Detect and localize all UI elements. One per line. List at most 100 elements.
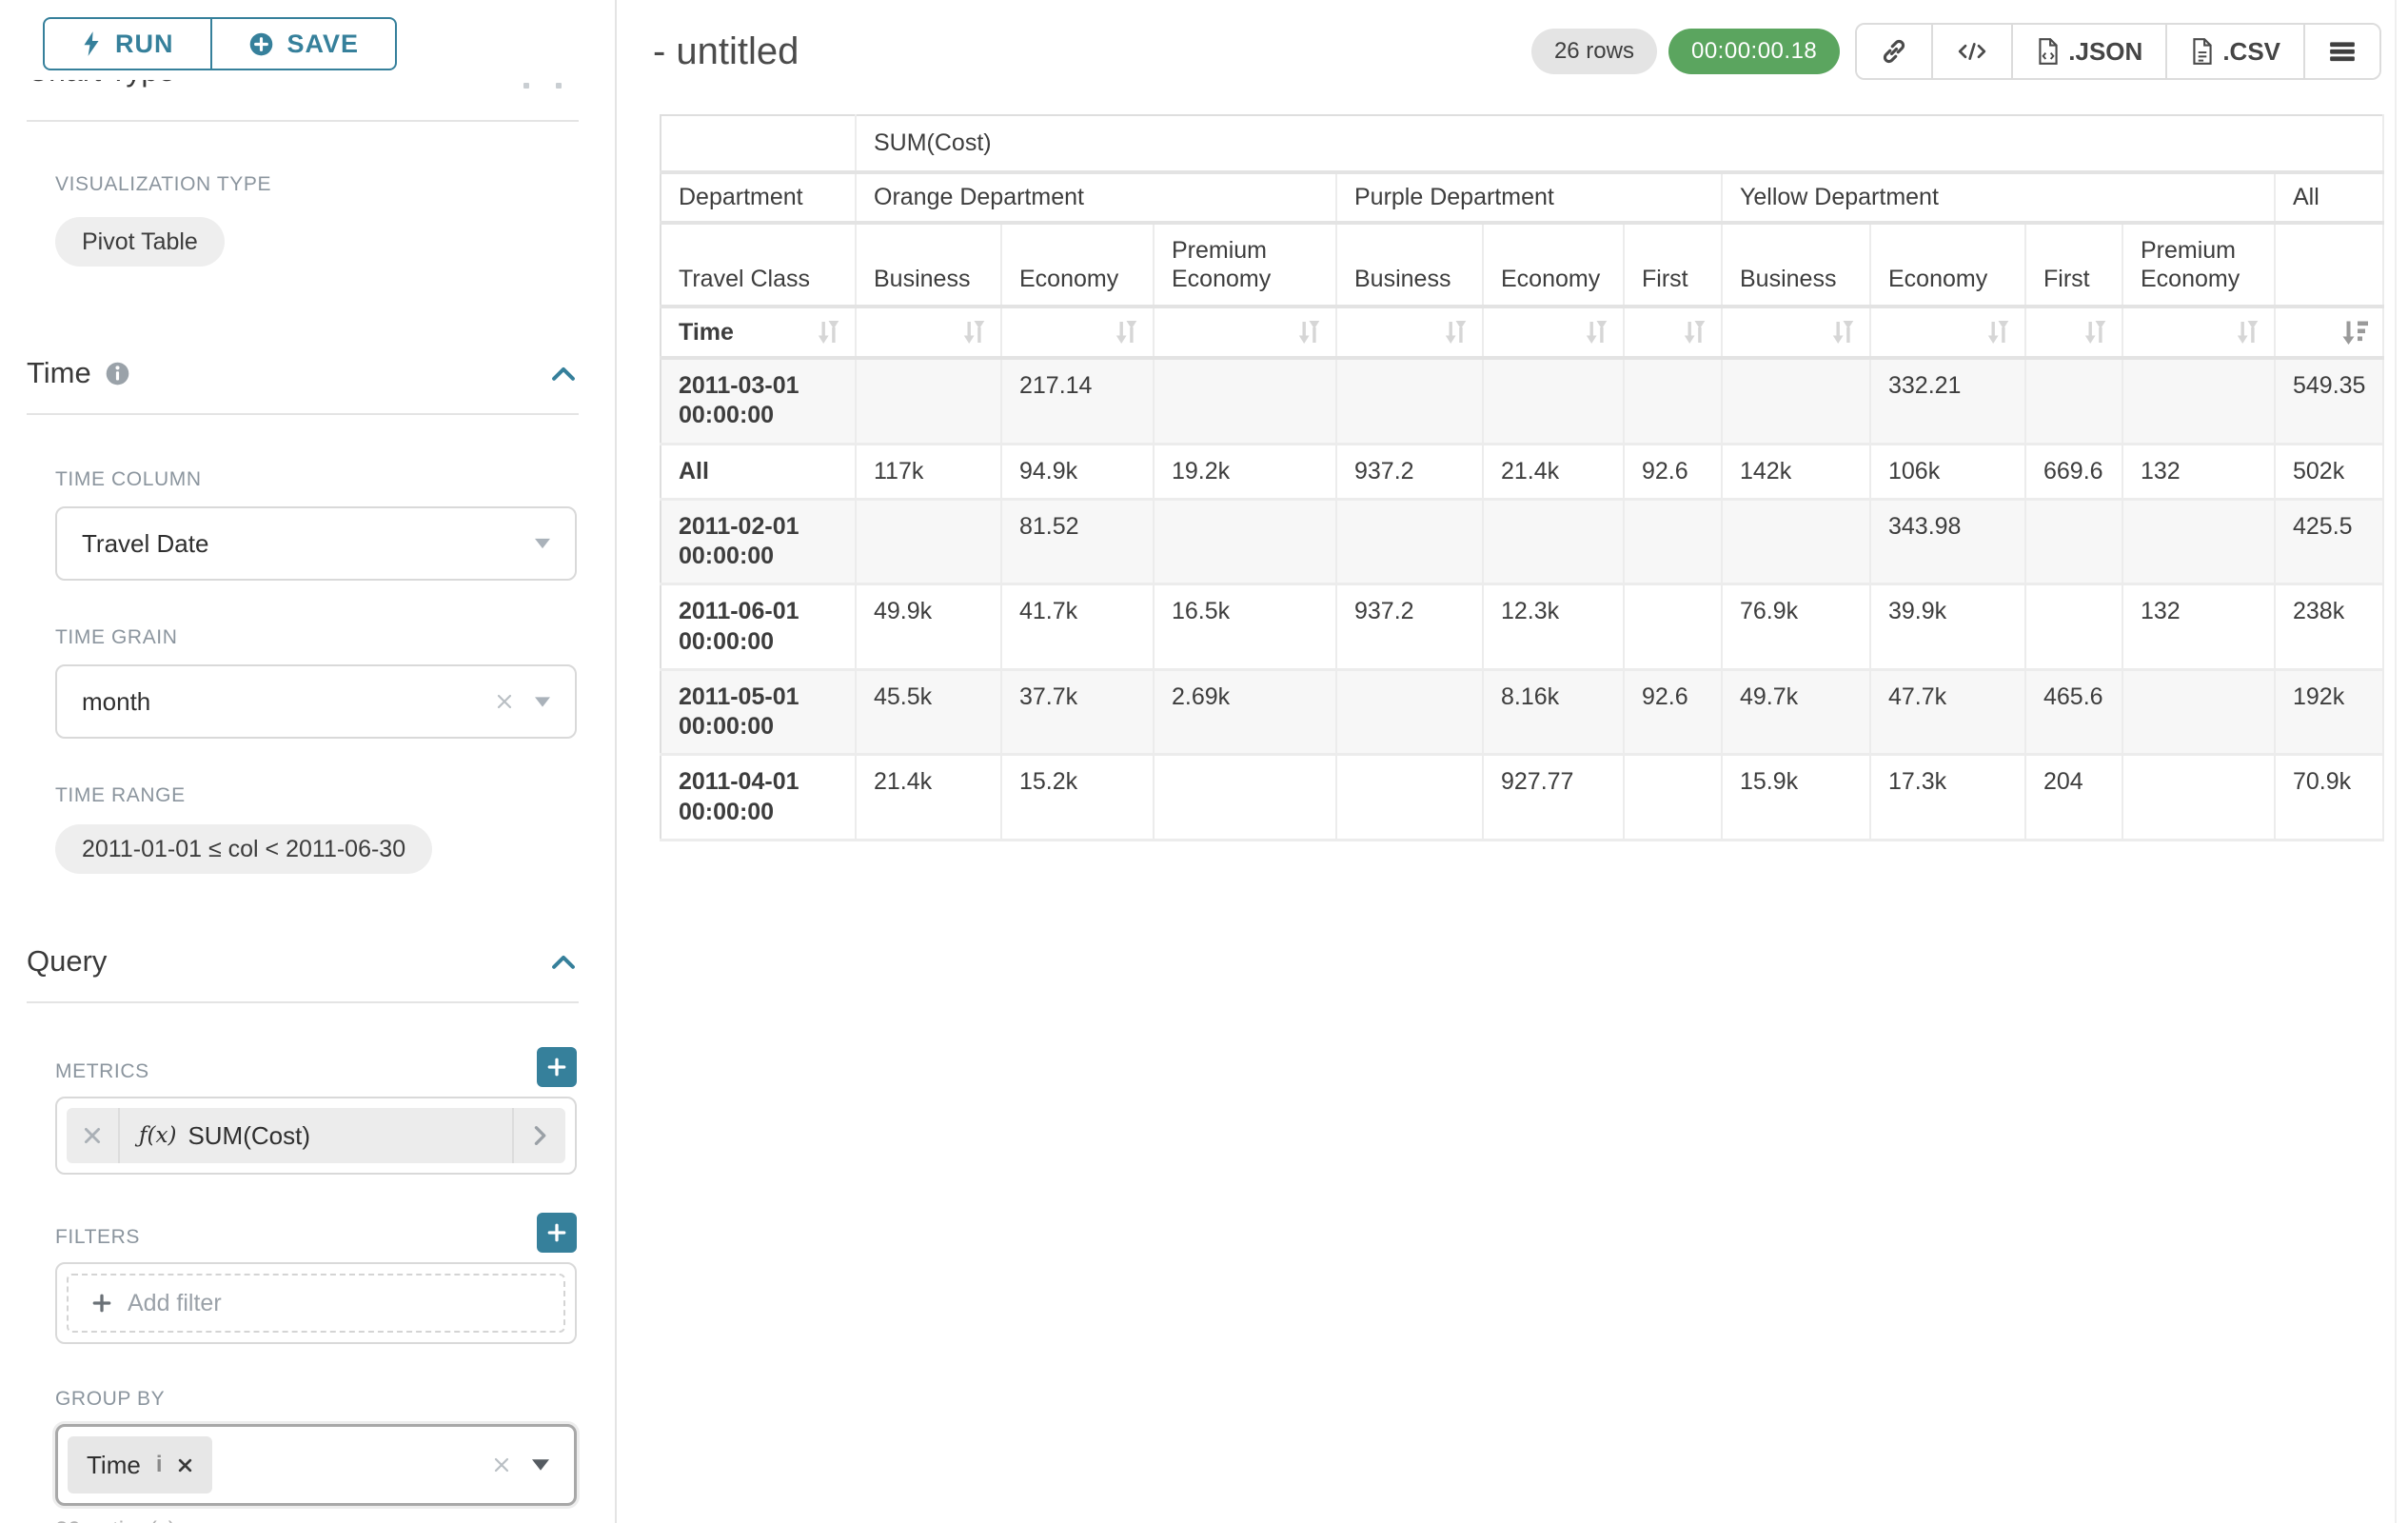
info-icon: i [156,1452,163,1478]
pivot-cell [1483,499,1624,584]
clear-icon[interactable] [495,692,514,711]
pivot-time-label: Time [679,319,734,346]
time-grain-value: month [82,687,150,717]
pivot-cell: 549.35 [2275,358,2383,444]
pivot-travel-class-header: Economy [1483,223,1624,307]
group-by-select[interactable]: Time i [55,1424,577,1506]
sort-icon[interactable] [961,318,987,346]
metric-value: SUM(Cost) [188,1121,310,1151]
clear-icon[interactable] [492,1455,511,1474]
remove-metric-icon[interactable] [67,1108,120,1163]
pivot-sort-cell [1154,307,1336,358]
add-metric-button[interactable] [537,1047,577,1087]
sidebar-action-bar: RUN SAVE [0,0,613,80]
export-csv-button[interactable]: .CSV [2167,25,2305,78]
pivot-travel-class-header: First [1624,223,1722,307]
menu-button[interactable] [2305,25,2379,78]
pivot-cell: 37.7k [1001,669,1154,755]
pivot-sort-cell [1483,307,1624,358]
pivot-cell [2025,499,2122,584]
chart-title[interactable]: - untitled [653,30,799,73]
sort-icon[interactable] [1443,318,1469,346]
sort-icon[interactable] [2235,318,2260,346]
pivot-travel-class-header: Economy [1001,223,1154,307]
metrics-label: METRICS [55,1060,149,1083]
pivot-department-group-header: Orange Department [856,172,1336,223]
pivot-cell [1722,499,1870,584]
pivot-cell [1624,358,1722,444]
visualization-type-pill[interactable]: Pivot Table [55,217,225,267]
time-grain-label: TIME GRAIN [55,626,577,649]
pivot-cell: 15.2k [1001,755,1154,841]
pivot-row-label: All [661,444,856,499]
pivot-travel-class-header: First [2025,223,2122,307]
pivot-cell [2122,358,2275,444]
pivot-data-row: 2011-05-01 00:00:0045.5k37.7k2.69k8.16k9… [661,669,2383,755]
export-json-button[interactable]: .JSON [2013,25,2167,78]
remove-tag-icon[interactable] [177,1457,193,1474]
pivot-cell [856,358,1001,444]
collapse-chevron-up-icon[interactable] [550,364,577,383]
sort-icon[interactable] [1830,318,1856,346]
sort-icon[interactable] [1296,318,1322,346]
time-grain-select[interactable]: month [55,664,577,739]
export-csv-label: .CSV [2222,37,2280,67]
query-section-header: Query [0,944,615,979]
pivot-sort-cell [1336,307,1483,358]
add-filter-button[interactable]: Add filter [67,1274,565,1333]
sort-icon[interactable] [2082,318,2108,346]
sort-icon[interactable] [1114,318,1139,346]
caret-down-icon[interactable] [535,539,550,549]
chart-panel: - untitled 26 rows 00:00:00.18 [619,0,2408,1523]
tag-label: Time [87,1451,141,1480]
sort-desc-active-icon[interactable] [2342,319,2369,346]
export-button-group: .JSON .CSV [1855,23,2381,80]
pivot-cell [1336,358,1483,444]
add-filter-plus-button[interactable] [537,1213,577,1253]
pivot-cell [2122,755,2275,841]
pivot-cell: 49.7k [1722,669,1870,755]
sidebar-scroll-area[interactable]: VISUALIZATION TYPE Pivot Table Time TIME… [0,0,615,1523]
pivot-cell: 465.6 [2025,669,2122,755]
export-json-label: .JSON [2068,37,2142,67]
embed-code-button[interactable] [1933,25,2013,78]
pivot-time-label-cell: Time [661,307,856,358]
pivot-cell: 502k [2275,444,2383,499]
run-button[interactable]: RUN [43,17,211,70]
pivot-cell: 937.2 [1336,444,1483,499]
group-by-options-hint: 20 option(s) [55,1517,577,1523]
time-range-pill[interactable]: 2011-01-01 ≤ col < 2011-06-30 [55,824,432,874]
group-by-tag-time[interactable]: Time i [68,1436,212,1493]
sort-icon[interactable] [1985,318,2011,346]
filters-label: FILTERS [55,1226,140,1249]
copy-link-button[interactable] [1857,25,1933,78]
pivot-sort-cell [1624,307,1722,358]
pivot-cell [1624,499,1722,584]
sort-icon[interactable] [1584,318,1609,346]
pivot-cell: 8.16k [1483,669,1624,755]
time-column-select[interactable]: Travel Date [55,506,577,581]
sort-icon[interactable] [1682,318,1707,346]
metric-pill[interactable]: ƒ(x) SUM(Cost) [67,1108,565,1163]
pivot-cell [1722,358,1870,444]
pivot-sort-cell [1722,307,1870,358]
query-timer-badge: 00:00:00.18 [1668,29,1840,74]
save-button[interactable]: SAVE [211,17,398,70]
info-icon [105,361,130,386]
pivot-corner-cell [661,115,856,172]
sort-icon[interactable] [816,318,841,346]
caret-down-icon[interactable] [532,1459,549,1471]
pivot-cell: 47.7k [1870,669,2025,755]
pivot-travel-class-header: Premium Economy [1154,223,1336,307]
pivot-row-label: 2011-03-01 00:00:00 [661,358,856,444]
pivot-data-row: 2011-06-01 00:00:0049.9k41.7k16.5k937.21… [661,584,2383,670]
caret-down-icon[interactable] [535,697,550,707]
collapse-chevron-up-icon[interactable] [550,952,577,971]
pivot-cell: 217.14 [1001,358,1154,444]
pivot-cell: 12.3k [1483,584,1624,670]
pivot-travel-class-header: Economy [1870,223,2025,307]
expand-metric-chevron-icon[interactable] [512,1108,565,1163]
pivot-cell [1154,755,1336,841]
pivot-cell: 41.7k [1001,584,1154,670]
pivot-cell: 117k [856,444,1001,499]
